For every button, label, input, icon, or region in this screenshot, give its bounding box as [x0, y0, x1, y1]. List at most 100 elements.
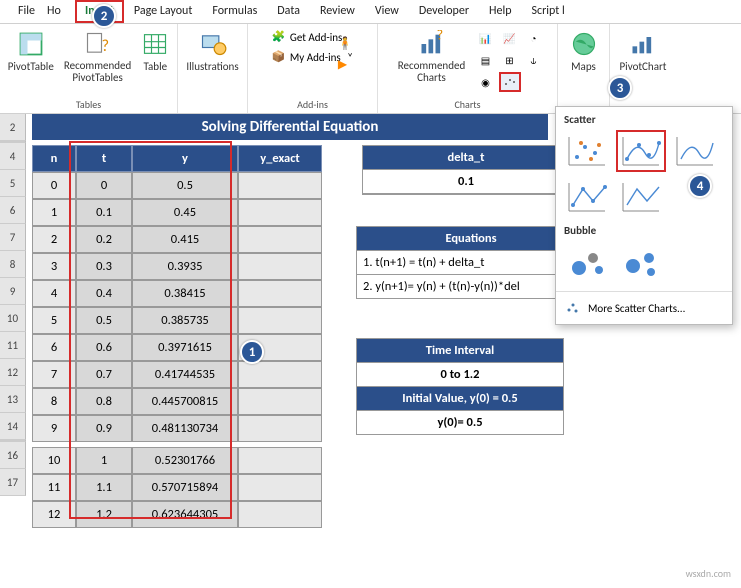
row-header[interactable]: 7	[0, 224, 26, 251]
cell-n[interactable]: 6	[32, 334, 76, 361]
cell-yexact[interactable]	[238, 172, 322, 199]
row-header[interactable]: 5	[0, 170, 26, 197]
cell-y[interactable]: 0.570715894	[132, 474, 238, 501]
cell-n[interactable]: 7	[32, 361, 76, 388]
cell-n[interactable]: 4	[32, 280, 76, 307]
row-header[interactable]: 17	[0, 469, 26, 496]
cell-y[interactable]: 0.445700815	[132, 388, 238, 415]
cell-t[interactable]: 0.9	[76, 415, 132, 442]
tab-help[interactable]: Help	[479, 0, 522, 23]
cell-t[interactable]: 1.1	[76, 474, 132, 501]
cell-t[interactable]: 0	[76, 172, 132, 199]
cell-n[interactable]: 3	[32, 253, 76, 280]
cell-t[interactable]: 1	[76, 447, 132, 474]
cell-n[interactable]: 12	[32, 501, 76, 528]
tab-formulas[interactable]: Formulas	[202, 0, 267, 23]
cell-y[interactable]: 0.623644305	[132, 501, 238, 528]
cell-yexact[interactable]	[238, 415, 322, 442]
row-header[interactable]: 4	[0, 143, 26, 170]
tab-review[interactable]: Review	[310, 0, 365, 23]
row-header[interactable]: 13	[0, 386, 26, 413]
scatter-straight-lines-markers-option[interactable]	[562, 176, 612, 218]
scatter-smooth-lines-markers-option[interactable]	[616, 130, 666, 172]
tab-view[interactable]: View	[365, 0, 409, 23]
delta-t-value[interactable]: 0.1	[363, 170, 569, 194]
delta-t-header[interactable]: delta_t	[363, 146, 569, 170]
cell-t[interactable]: 1.2	[76, 501, 132, 528]
cell-y[interactable]: 0.5	[132, 172, 238, 199]
statistic-chart-button[interactable]: ⊞	[499, 50, 521, 70]
scatter-straight-lines-option[interactable]	[616, 176, 666, 218]
tab-script[interactable]: Script l	[522, 0, 575, 23]
combo-chart-button[interactable]: ⫝	[523, 50, 545, 70]
cell-n[interactable]: 11	[32, 474, 76, 501]
cell-y[interactable]: 0.481130734	[132, 415, 238, 442]
equation-1[interactable]: 1. t(n+1) = t(n) + delta_t	[357, 251, 585, 275]
cell-y[interactable]: 0.3935	[132, 253, 238, 280]
cell-yexact[interactable]	[238, 280, 322, 307]
cell-t[interactable]: 0.1	[76, 199, 132, 226]
map-chart-button[interactable]: ◉	[475, 72, 497, 92]
cell-n[interactable]: 1	[32, 199, 76, 226]
cell-yexact[interactable]	[238, 474, 322, 501]
cell-n[interactable]: 5	[32, 307, 76, 334]
header-y[interactable]: y	[132, 145, 238, 172]
initial-value-header[interactable]: Initial Value, y(0) = 0.5	[357, 387, 563, 411]
cell-n[interactable]: 2	[32, 226, 76, 253]
cell-t[interactable]: 0.3	[76, 253, 132, 280]
bubble-3d-option[interactable]	[616, 241, 666, 283]
cell-y[interactable]: 0.52301766	[132, 447, 238, 474]
tab-data[interactable]: Data	[267, 0, 310, 23]
row-header[interactable]: 14	[0, 413, 26, 440]
cell-yexact[interactable]	[238, 501, 322, 528]
pivotchart-button[interactable]: PivotChart	[618, 28, 669, 75]
cell-y[interactable]: 0.38415	[132, 280, 238, 307]
pivottable-button[interactable]: PivotTable	[6, 28, 56, 75]
row-header[interactable]: 6	[0, 197, 26, 224]
tab-developer[interactable]: Developer	[409, 0, 479, 23]
people-graph-icon[interactable]: 🧍	[338, 36, 353, 51]
cell-yexact[interactable]	[238, 226, 322, 253]
cell-yexact[interactable]	[238, 253, 322, 280]
scatter-smooth-lines-option[interactable]	[670, 130, 720, 172]
row-header[interactable]: 11	[0, 332, 26, 359]
cell-t[interactable]: 0.5	[76, 307, 132, 334]
cell-t[interactable]: 0.6	[76, 334, 132, 361]
cell-y[interactable]: 0.3971615	[132, 334, 238, 361]
maps-button[interactable]: Maps	[568, 28, 600, 75]
cell-t[interactable]: 0.2	[76, 226, 132, 253]
cell-n[interactable]: 10	[32, 447, 76, 474]
row-header[interactable]: 16	[0, 442, 26, 469]
title-cell[interactable]: Solving Differential Equation	[32, 114, 548, 140]
header-n[interactable]: n	[32, 145, 76, 172]
cell-y[interactable]: 0.45	[132, 199, 238, 226]
pie-chart-button[interactable]: ◔	[523, 28, 545, 48]
column-chart-button[interactable]: 📊	[475, 28, 497, 48]
cell-y[interactable]: 0.385735	[132, 307, 238, 334]
row-header[interactable]: 12	[0, 359, 26, 386]
equations-header[interactable]: Equations	[357, 227, 585, 251]
recommended-pivottables-button[interactable]: ? Recommended PivotTables	[62, 28, 133, 86]
initial-value[interactable]: y(0)= 0.5	[357, 411, 563, 434]
scatter-option[interactable]	[562, 130, 612, 172]
table-button[interactable]: Table	[139, 28, 171, 75]
tab-file[interactable]: File	[8, 0, 45, 23]
cell-yexact[interactable]	[238, 199, 322, 226]
scatter-chart-button[interactable]	[499, 72, 521, 92]
cell-t[interactable]: 0.8	[76, 388, 132, 415]
equation-2[interactable]: 2. y(n+1)= y(n) + (t(n)-y(n))*del	[357, 275, 585, 298]
header-yexact[interactable]: y_exact	[238, 145, 322, 172]
cell-y[interactable]: 0.41744535	[132, 361, 238, 388]
row-header[interactable]: 8	[0, 251, 26, 278]
recommended-charts-button[interactable]: ? Recommended Charts	[391, 28, 473, 86]
cell-n[interactable]: 9	[32, 415, 76, 442]
time-interval-header[interactable]: Time Interval	[357, 339, 563, 363]
cell-yexact[interactable]	[238, 307, 322, 334]
cell-yexact[interactable]	[238, 361, 322, 388]
header-t[interactable]: t	[76, 145, 132, 172]
more-scatter-charts-button[interactable]: More Scatter Charts...	[556, 292, 732, 318]
bing-maps-icon[interactable]: ▶	[338, 57, 353, 72]
row-header[interactable]: 2	[0, 114, 26, 141]
line-chart-button[interactable]: 📈	[499, 28, 521, 48]
cell-t[interactable]: 0.7	[76, 361, 132, 388]
